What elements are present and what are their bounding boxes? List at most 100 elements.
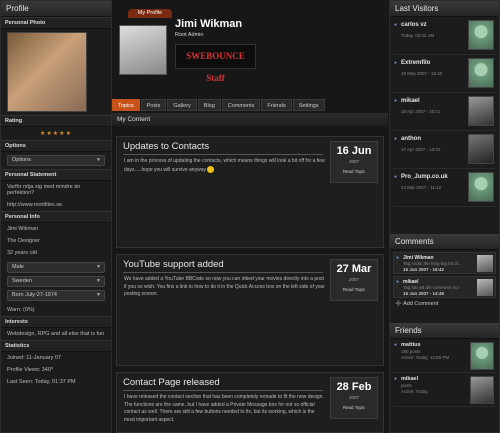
right-sidebar: Last Visitors ● carlos vz Today, 03:42 A… xyxy=(389,0,500,433)
visitor-name[interactable]: carlos vz xyxy=(401,22,427,28)
rating-stars[interactable]: ★★★★★ xyxy=(1,127,111,140)
last-visitors-heading: Last Visitors xyxy=(390,1,499,17)
read-topic-link[interactable]: Read Topic xyxy=(331,287,377,292)
visitor-avatar[interactable] xyxy=(468,96,494,126)
friend-activity: Active: Today, xyxy=(401,389,429,394)
personal-statement-text: Varför nöja sig med mindre än perfektion… xyxy=(7,184,81,196)
add-comment-button[interactable]: ➕ Add Comment xyxy=(395,301,494,307)
post-body: I have released the contact section that… xyxy=(124,394,324,423)
friend-avatar[interactable] xyxy=(470,376,494,404)
my-profile-tab[interactable]: My Profile xyxy=(128,9,172,18)
read-topic-link[interactable]: Read Topic xyxy=(331,169,377,174)
smiley-icon xyxy=(207,165,215,173)
staff-banner: SWEBOUNCE Staff xyxy=(175,44,256,83)
visitor-avatar[interactable] xyxy=(468,172,494,202)
gender-select[interactable]: Male ▼ xyxy=(7,262,105,273)
post-card: Updates to Contacts I am in the process … xyxy=(116,136,384,248)
post-card: Contact Page released I have released th… xyxy=(116,372,384,433)
interests-label: Interests xyxy=(1,316,111,328)
stat-profile-views: Profile Views: 340* xyxy=(7,367,54,373)
personal-statement-url[interactable]: http://www.mortfiles.se xyxy=(1,199,111,211)
post-title[interactable]: Contact Page released xyxy=(123,377,323,391)
tab-posts[interactable]: Posts xyxy=(140,99,167,111)
my-content-heading: My Content xyxy=(112,113,388,126)
visitor-item[interactable]: ● mikael 18 Apr 2007 - 20:11 xyxy=(393,93,496,131)
user-icon: ● xyxy=(394,22,398,28)
visitor-time: 19 May 2007 - 15:32 xyxy=(401,71,443,76)
visitor-item[interactable]: ● carlos vz Today, 03:42 AM xyxy=(393,17,496,55)
comment-text: Tag här ett din comment nu! xyxy=(403,285,459,290)
tab-blog[interactable]: Blog xyxy=(197,99,221,111)
chevron-down-icon: ▼ xyxy=(96,292,101,298)
friend-name[interactable]: mattius xyxy=(401,342,421,348)
visitor-item[interactable]: ● Extremfilo 19 May 2007 - 15:32 xyxy=(393,55,496,93)
country-value: Sweden xyxy=(12,278,32,284)
visitor-name[interactable]: Pro_Jump.co.uk xyxy=(401,174,448,180)
tab-topics[interactable]: Topics xyxy=(112,99,140,111)
profile-name: Jimi Wikman xyxy=(175,18,243,30)
info-age: 32 years old xyxy=(7,250,37,256)
options-label: Options xyxy=(1,140,111,152)
statistics-label: Statistics xyxy=(1,340,111,352)
stat-joined: Joined: 11-January 07 xyxy=(7,355,62,361)
post-year: 2007 xyxy=(348,159,359,164)
comment-time: 15 Jun 2007 - 14:46 xyxy=(403,291,445,296)
visitor-name[interactable]: anthon xyxy=(401,136,421,142)
comment-text: Tag rocks the blog tag bit of... xyxy=(403,261,462,266)
post-year: 2007 xyxy=(348,395,359,400)
chevron-down-icon: ▼ xyxy=(96,157,101,163)
profile-page: Profile Personal Photo Rating ★★★★★ Opti… xyxy=(0,0,500,433)
user-icon: ● xyxy=(396,279,400,285)
friend-item[interactable]: ● mikael posts Active: Today, xyxy=(393,373,496,407)
visitor-avatar[interactable] xyxy=(468,58,494,88)
friend-avatar[interactable] xyxy=(470,342,494,370)
chevron-down-icon: ▼ xyxy=(96,278,101,284)
user-icon: ● xyxy=(394,376,398,382)
friend-posts: posts xyxy=(401,383,412,388)
add-comment-label: Add Comment xyxy=(403,301,439,307)
user-icon: ● xyxy=(394,136,398,142)
visitor-item[interactable]: ● anthon 17 Apr 2007 - 13:01 xyxy=(393,131,496,169)
tab-gallery[interactable]: Gallery xyxy=(167,99,197,111)
post-title[interactable]: YouTube support added xyxy=(123,259,323,273)
user-icon: ● xyxy=(394,342,398,348)
post-day: 16 Jun xyxy=(336,145,372,157)
personal-info-label: Personal Info xyxy=(1,211,111,223)
comment-avatar[interactable] xyxy=(477,279,493,296)
comment-time: 15 Jun 2007 - 16:42 xyxy=(403,267,445,272)
left-sidebar: Profile Personal Photo Rating ★★★★★ Opti… xyxy=(0,0,112,433)
visitor-name[interactable]: Extremfilo xyxy=(401,60,430,66)
visitor-avatar[interactable] xyxy=(468,134,494,164)
country-select[interactable]: Sweden ▼ xyxy=(7,276,105,287)
visitor-time: 24 Mar 2007 - 11:42 xyxy=(401,185,442,190)
visitor-avatar[interactable] xyxy=(468,20,494,50)
comment-avatar[interactable] xyxy=(477,255,493,272)
visitor-name[interactable]: mikael xyxy=(401,98,420,104)
post-title[interactable]: Updates to Contacts xyxy=(123,141,324,155)
birthday-value: Born July-27-1974 xyxy=(12,292,57,298)
rating-label: Rating xyxy=(1,115,111,127)
friends-heading: Friends xyxy=(390,323,499,339)
tab-comments[interactable]: Comments xyxy=(221,99,261,111)
post-year: 2007 xyxy=(348,277,359,282)
gender-value: Male xyxy=(12,264,24,270)
personal-photo xyxy=(7,32,87,112)
friend-name[interactable]: mikael xyxy=(401,376,418,382)
stat-last-seen: Last Seen: Today, 01:37 PM xyxy=(7,379,76,385)
user-icon: ● xyxy=(396,255,400,261)
options-select-value: Options xyxy=(12,157,31,163)
read-topic-link[interactable]: Read Topic xyxy=(331,405,377,410)
tab-settings[interactable]: Settings xyxy=(292,99,325,111)
content-tabs: Topics Posts Gallery Blog Comments Frien… xyxy=(112,99,326,111)
friend-activity: Active: Today, 12:50 PM xyxy=(401,355,450,360)
options-select[interactable]: Options ▼ xyxy=(7,155,105,166)
post-body: We have added a YouTube BBCode so now yo… xyxy=(124,276,325,297)
visitor-item[interactable]: ● Pro_Jump.co.uk 24 Mar 2007 - 11:42 xyxy=(393,169,496,207)
birthday-select[interactable]: Born July-27-1974 ▼ xyxy=(7,290,105,301)
friend-posts: 190 posts xyxy=(401,349,421,354)
personal-photo-label: Personal Photo xyxy=(1,17,111,29)
post-body: I am in the process of updating the cont… xyxy=(124,158,326,174)
tab-friends[interactable]: Friends xyxy=(261,99,292,111)
friend-item[interactable]: ● mattius 190 posts Active: Today, 12:50… xyxy=(393,339,496,373)
post-day: 28 Feb xyxy=(336,381,372,393)
